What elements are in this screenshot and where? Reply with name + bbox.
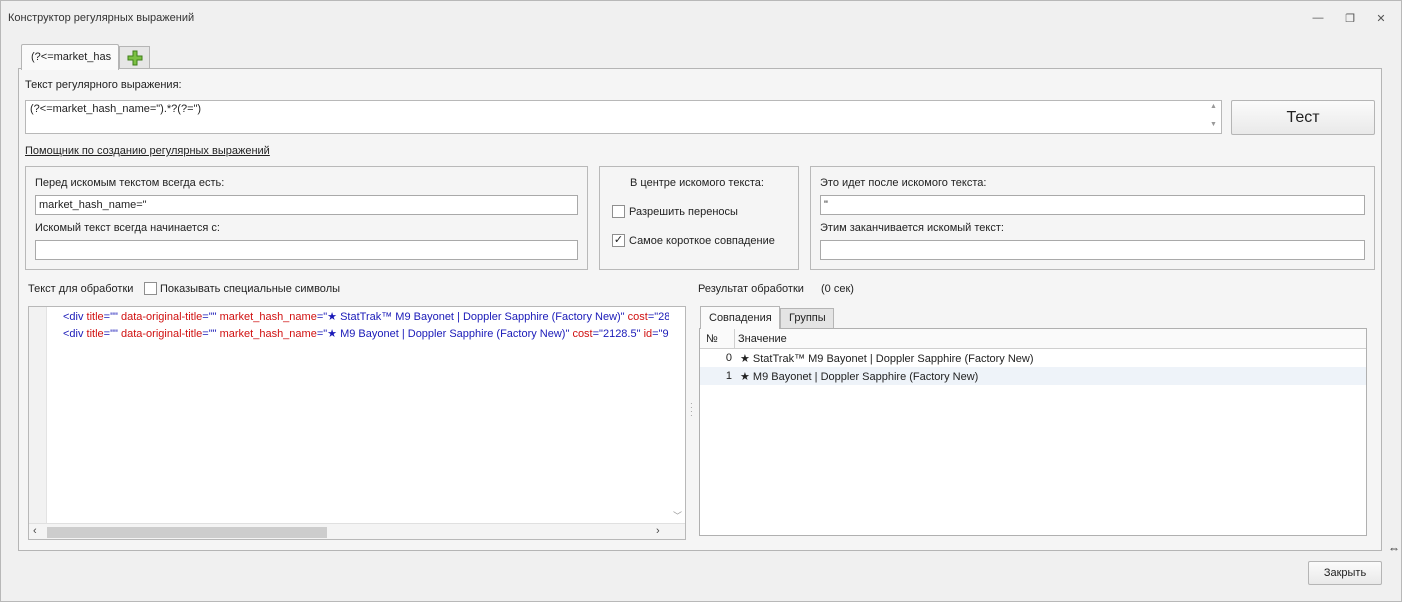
checkmark-icon: ✓: [613, 234, 624, 246]
minimize-icon[interactable]: —: [1310, 10, 1326, 26]
scroll-up-icon[interactable]: ▲: [1210, 103, 1217, 110]
grid-header: № Значение: [700, 329, 1366, 349]
row-value: ★ M9 Bayonet | Doppler Sapphire (Factory…: [740, 371, 979, 383]
resize-cursor-icon: ⇔: [1388, 541, 1400, 555]
editor-vscrollbar[interactable]: ﹀: [669, 307, 685, 525]
starts-field[interactable]: [35, 240, 578, 260]
code-token: data-original-title: [120, 311, 203, 323]
code-token: title: [86, 328, 104, 340]
splitter-handle[interactable]: · · · ·: [690, 400, 693, 420]
before-label: Перед искомым текстом всегда есть:: [35, 177, 225, 189]
ends-field[interactable]: [820, 240, 1365, 260]
col-value-header[interactable]: Значение: [738, 333, 787, 345]
after-label: Это идет после искомого текста:: [820, 177, 987, 189]
code-token: ="2128.5": [592, 328, 644, 340]
allow-newlines-checkbox[interactable]: [612, 205, 625, 218]
close-button[interactable]: Закрыть: [1308, 561, 1382, 585]
tab-regex[interactable]: (?<=market_has: [21, 44, 119, 70]
text-editor[interactable]: <div title="" data-original-title="" mar…: [28, 306, 686, 540]
code-line: <div title="" data-original-title="" mar…: [63, 310, 670, 323]
row-num: 1: [725, 370, 732, 382]
tab-regex-label: (?<=market_has: [31, 51, 112, 63]
add-tab-button[interactable]: [119, 46, 150, 68]
after-field[interactable]: ": [820, 195, 1365, 215]
restore-icon[interactable]: ❐: [1342, 10, 1358, 26]
matches-grid: № Значение 0 ★ StatTrak™ M9 Bayonet | Do…: [699, 328, 1367, 536]
close-icon[interactable]: ✕: [1373, 10, 1389, 26]
code-token: data-original-title: [120, 328, 203, 340]
editor-gutter: [29, 307, 47, 525]
regex-scrollbar[interactable]: ▲ ▼: [1207, 101, 1221, 133]
code-token: cost: [627, 311, 648, 323]
code-token: ="9: [652, 328, 669, 340]
code-token: ="★ StatTrak™ M9 Bayonet | Doppler Sapph…: [316, 311, 628, 323]
shortest-match-label: Самое короткое совпадение: [629, 235, 775, 247]
code-token: id: [643, 328, 653, 340]
helper-link[interactable]: Помощник по созданию регулярных выражени…: [25, 145, 270, 157]
regex-label: Текст регулярного выражения:: [25, 79, 182, 91]
code-token: ="28: [647, 311, 671, 323]
code-line: <div title="" data-original-title="" mar…: [63, 327, 669, 340]
code-token: <div: [63, 328, 87, 340]
tab-matches[interactable]: Совпадения: [700, 306, 780, 329]
regex-input[interactable]: (?<=market_hash_name=").*?(?=") ▲ ▼: [25, 100, 1222, 134]
show-special-label: Показывать специальные символы: [160, 283, 341, 295]
shortest-match-checkbox[interactable]: ✓: [612, 234, 625, 247]
code-token: market_hash_name: [219, 311, 317, 323]
regex-builder-window: Конструктор регулярных выражений — ❐ ✕ (…: [0, 0, 1402, 602]
window-title: Конструктор регулярных выражений: [8, 12, 195, 24]
code-token: market_hash_name: [219, 328, 317, 340]
center-label: В центре искомого текста:: [630, 177, 764, 189]
code-token: ="": [103, 328, 121, 340]
table-row[interactable]: 1 ★ M9 Bayonet | Doppler Sapphire (Facto…: [700, 367, 1366, 385]
scroll-right-icon[interactable]: ›: [656, 525, 660, 537]
ends-label: Этим заканчивается искомый текст:: [820, 222, 1004, 234]
starts-label: Искомый текст всегда начинается с:: [35, 222, 220, 234]
row-value: ★ StatTrak™ M9 Bayonet | Doppler Sapphir…: [740, 353, 1034, 365]
result-time: (0 сек): [821, 283, 854, 295]
scroll-down-icon[interactable]: ﹀: [673, 509, 682, 522]
show-special-checkbox[interactable]: [144, 282, 157, 295]
code-token: cost: [572, 328, 593, 340]
before-field[interactable]: market_hash_name=": [35, 195, 578, 215]
code-token: ="★ M9 Bayonet | Doppler Sapphire (Facto…: [316, 328, 573, 340]
editor-hscrollbar[interactable]: ‹ ›: [29, 523, 685, 539]
code-token: ="": [103, 311, 121, 323]
code-token: ="": [202, 311, 220, 323]
code-token: ="": [202, 328, 220, 340]
result-label: Результат обработки: [698, 283, 804, 295]
hscroll-thumb[interactable]: [47, 527, 327, 538]
input-text-label: Текст для обработки: [28, 283, 134, 295]
scroll-down-icon[interactable]: ▼: [1210, 121, 1217, 128]
code-token: title: [86, 311, 104, 323]
regex-value: (?<=market_hash_name=").*?(?="): [30, 103, 202, 115]
code-token: <div: [63, 311, 87, 323]
plus-icon: [127, 50, 142, 65]
table-row[interactable]: 0 ★ StatTrak™ M9 Bayonet | Doppler Sapph…: [700, 349, 1366, 367]
test-button[interactable]: Тест: [1231, 100, 1375, 135]
scroll-left-icon[interactable]: ‹: [33, 525, 37, 537]
tab-groups[interactable]: Группы: [780, 308, 834, 329]
row-num: 0: [725, 352, 732, 364]
title-bar: Конструктор регулярных выражений — ❐ ✕: [1, 1, 1401, 31]
col-num-header[interactable]: №: [706, 333, 718, 345]
column-separator: [734, 329, 735, 349]
allow-newlines-label: Разрешить переносы: [629, 206, 738, 218]
